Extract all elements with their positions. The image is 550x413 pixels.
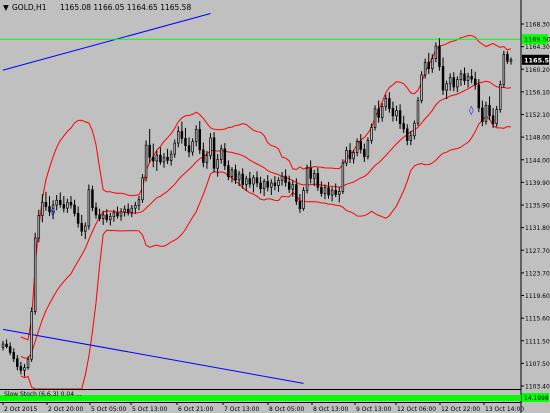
price-tick-label: 1131.80 <box>525 225 550 232</box>
candle <box>141 174 144 203</box>
chart-header: ▼ GOLD,H1 1165.08 1166.05 1164.65 1165.5… <box>3 3 191 12</box>
price-tick-label: 1168.30 <box>525 22 550 29</box>
plot-background <box>0 0 550 413</box>
signal-marker: ◊ <box>51 206 56 217</box>
candle <box>416 96 420 126</box>
price-tick-label: 1164.30 <box>525 44 550 51</box>
candle <box>502 50 506 88</box>
price-tick-label: 1103.40 <box>525 384 550 391</box>
candle <box>87 184 91 230</box>
candle <box>144 140 148 182</box>
time-tick-label: 12 Oct 06:00 <box>397 406 436 413</box>
candle <box>341 159 345 194</box>
price-tick-label: 1156.10 <box>525 89 550 96</box>
time-tick-label: 5 Oct 13:00 <box>132 406 167 413</box>
candle <box>30 307 33 362</box>
header-symbol: GOLD,H1 <box>12 3 47 12</box>
candle <box>305 164 309 194</box>
candle <box>212 132 216 173</box>
price-tick-label: 1160.20 <box>525 67 550 74</box>
price-tick-label: 1127.70 <box>525 248 550 255</box>
oscillator-value-label: 14.1998 <box>522 393 549 402</box>
time-tick-label: 8 Oct 05:00 <box>269 406 304 413</box>
last-price-label: 1165.58 <box>522 54 550 65</box>
time-tick-label: 7 Oct 13:00 <box>224 406 259 413</box>
price-tick-label: 1152.10 <box>525 112 550 119</box>
resistance-price-label: 1169.50 <box>522 34 550 45</box>
price-tick-label: 1144.00 <box>525 157 550 164</box>
candle <box>484 101 488 125</box>
time-tick-label: 2 Oct 2015 <box>4 406 37 413</box>
header-ohlc: 1165.08 1166.05 1164.65 1165.58 <box>60 3 191 12</box>
price-tick-label: 1115.60 <box>525 316 550 323</box>
time-tick-label: 5 Oct 05:00 <box>91 406 126 413</box>
candle <box>302 187 305 211</box>
svg-text:1169.50: 1169.50 <box>524 36 550 44</box>
price-tick-label: 1123.70 <box>525 270 550 277</box>
price-tick-label: 1111.50 <box>525 338 550 345</box>
candle <box>373 105 377 131</box>
time-tick-label: 12 Oct 22:00 <box>441 406 480 413</box>
time-tick-label: 2 Oct 20:00 <box>48 406 83 413</box>
price-tick-label: 1119.60 <box>525 293 550 300</box>
oscillator-label: Slow Stoch (6,6,3) 0.04 ... <box>4 391 82 398</box>
svg-text:1165.58: 1165.58 <box>524 56 550 64</box>
price-tick-label: 1107.50 <box>525 361 550 368</box>
price-tick-label: 1135.90 <box>525 203 550 210</box>
price-tick-label: 1139.90 <box>525 180 550 187</box>
time-tick-label: 8 Oct 13:00 <box>313 406 348 413</box>
price-chart[interactable]: ▼ GOLD,H1 1165.08 1166.05 1164.65 1165.5… <box>0 0 550 413</box>
candle <box>420 71 423 104</box>
candle <box>33 232 37 315</box>
candle <box>499 80 502 113</box>
header-arrow[interactable]: ▼ <box>3 3 9 12</box>
time-tick-label: 9 Oct 13:00 <box>356 406 391 413</box>
svg-text:14.1998: 14.1998 <box>524 395 549 402</box>
price-tick-label: 1148.00 <box>525 135 550 142</box>
time-tick-label: 6 Oct 21:00 <box>178 406 213 413</box>
signal-marker: ◊ <box>469 105 474 116</box>
last-price-tag: 1165.58 <box>522 54 550 65</box>
time-tick-label: 13 Oct 14:00 <box>485 406 524 413</box>
candle <box>91 185 94 212</box>
candle <box>366 137 370 160</box>
